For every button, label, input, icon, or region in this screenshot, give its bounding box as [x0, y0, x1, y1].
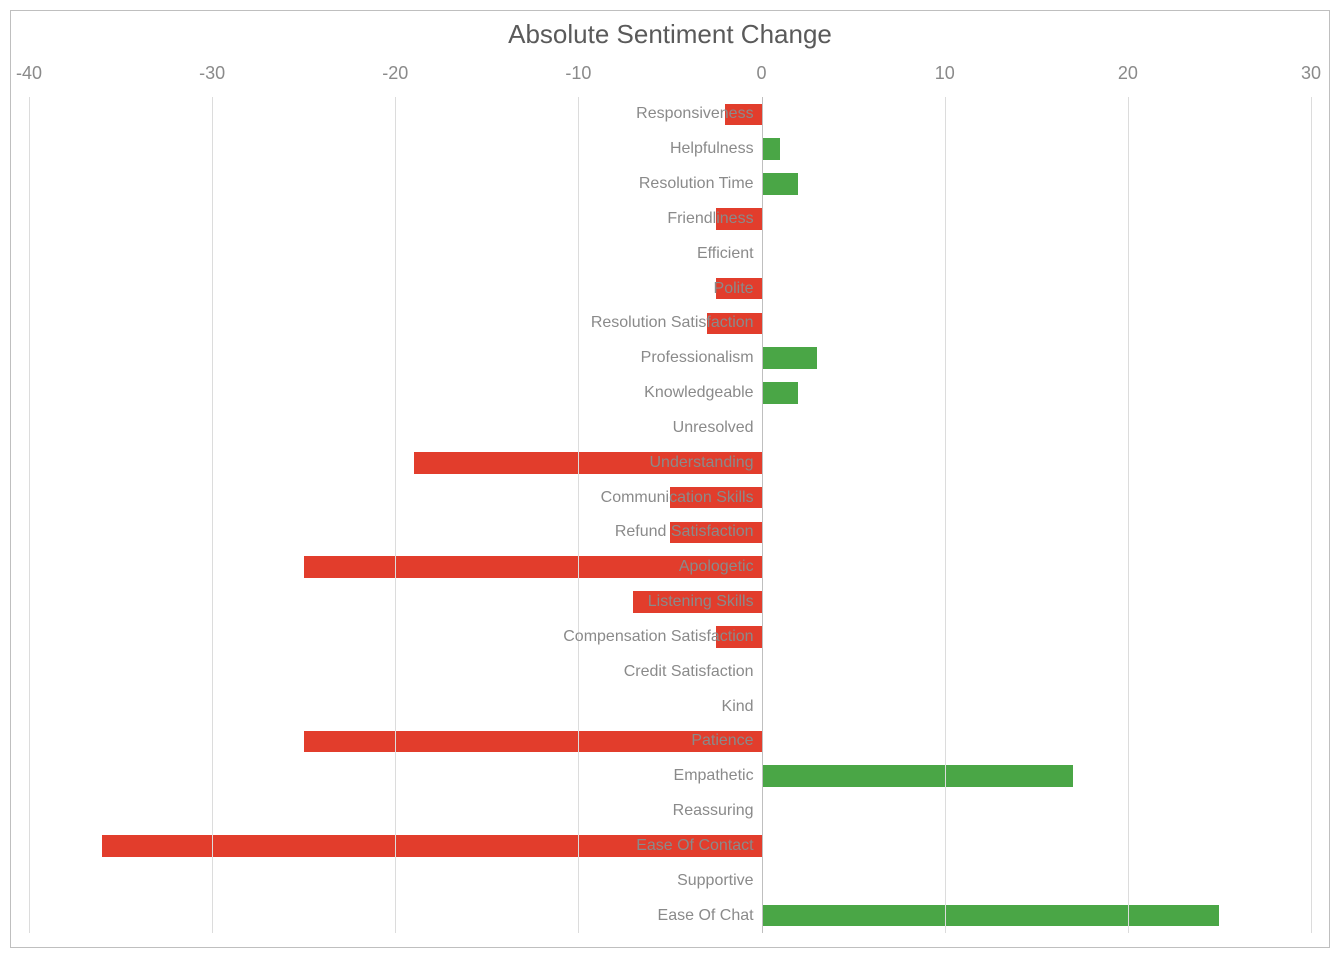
category-label: Resolution Satisfaction [591, 314, 754, 332]
bar-row: Helpfulness [29, 132, 1311, 167]
gridline [395, 97, 396, 933]
bar-row: Polite [29, 271, 1311, 306]
bar-row: Supportive [29, 863, 1311, 898]
category-label: Empathetic [674, 767, 754, 785]
bar-row: Communication Skills [29, 480, 1311, 515]
bar [762, 765, 1073, 787]
bar [762, 347, 817, 369]
category-label: Refund Satisfaction [615, 523, 754, 541]
plot-area: Responsiveness Helpfulness Resolution Time… [29, 97, 1311, 933]
category-label: Efficient [697, 245, 754, 263]
gridline [578, 97, 579, 933]
category-label: Patience [691, 732, 753, 750]
bar-row: Resolution Time [29, 167, 1311, 202]
category-label: Helpfulness [670, 140, 754, 158]
bar-row: Apologetic [29, 550, 1311, 585]
bar [762, 382, 799, 404]
bar-row: Listening Skills [29, 585, 1311, 620]
x-axis-tick-labels: -40 -30 -20 -10 0 10 20 30 [11, 63, 1329, 85]
category-label: Polite [714, 280, 754, 298]
gridline [1128, 97, 1129, 933]
bar-row: Ease Of Chat [29, 898, 1311, 933]
category-label: Ease Of Contact [636, 837, 753, 855]
bar-row: Patience [29, 724, 1311, 759]
x-tick-label: 10 [935, 63, 955, 84]
bar-row: Empathetic [29, 759, 1311, 794]
gridline [945, 97, 946, 933]
category-label: Responsiveness [636, 105, 753, 123]
gridline [212, 97, 213, 933]
category-label: Unresolved [673, 419, 754, 437]
bar-row: Understanding [29, 445, 1311, 480]
sentiment-bar-chart: Absolute Sentiment Change -40 -30 -20 -10 0 1… [10, 10, 1330, 948]
gridline [762, 97, 763, 933]
bar [762, 173, 799, 195]
gridline [29, 97, 30, 933]
bar-row: Knowledgeable [29, 376, 1311, 411]
x-tick-label: 0 [757, 63, 767, 84]
bar-row: Professionalism [29, 341, 1311, 376]
category-label: Supportive [677, 872, 754, 890]
bar-row: Responsiveness [29, 97, 1311, 132]
category-label: Kind [722, 698, 754, 716]
x-tick-label: -30 [199, 63, 225, 84]
category-label: Listening Skills [648, 593, 754, 611]
category-label: Communication Skills [601, 489, 754, 507]
x-tick-label: 20 [1118, 63, 1138, 84]
category-label: Resolution Time [639, 175, 754, 193]
bar-row: Friendliness [29, 202, 1311, 237]
x-tick-label: 30 [1301, 63, 1321, 84]
bar-row: Unresolved [29, 411, 1311, 446]
bar-rows: Responsiveness Helpfulness Resolution Time… [29, 97, 1311, 933]
bar-row: Efficient [29, 236, 1311, 271]
bar-row: Compensation Satisfaction [29, 620, 1311, 655]
bar-row: Kind [29, 689, 1311, 724]
gridline [1311, 97, 1312, 933]
category-label: Credit Satisfaction [624, 663, 754, 681]
x-tick-label: -20 [382, 63, 408, 84]
x-tick-label: -10 [565, 63, 591, 84]
category-label: Understanding [650, 454, 754, 472]
bar-row: Resolution Satisfaction [29, 306, 1311, 341]
bar-row: Credit Satisfaction [29, 654, 1311, 689]
category-label: Friendliness [667, 210, 753, 228]
bar [762, 905, 1220, 927]
category-label: Reassuring [673, 802, 754, 820]
bar-row: Refund Satisfaction [29, 515, 1311, 550]
category-label: Knowledgeable [644, 384, 753, 402]
category-label: Apologetic [679, 558, 754, 576]
category-label: Compensation Satisfaction [563, 628, 753, 646]
bar-row: Reassuring [29, 794, 1311, 829]
chart-title: Absolute Sentiment Change [11, 19, 1329, 50]
bar [762, 138, 780, 160]
bar-row: Ease Of Contact [29, 829, 1311, 864]
category-label: Professionalism [641, 349, 754, 367]
category-label: Ease Of Chat [658, 907, 754, 925]
x-tick-label: -40 [16, 63, 42, 84]
